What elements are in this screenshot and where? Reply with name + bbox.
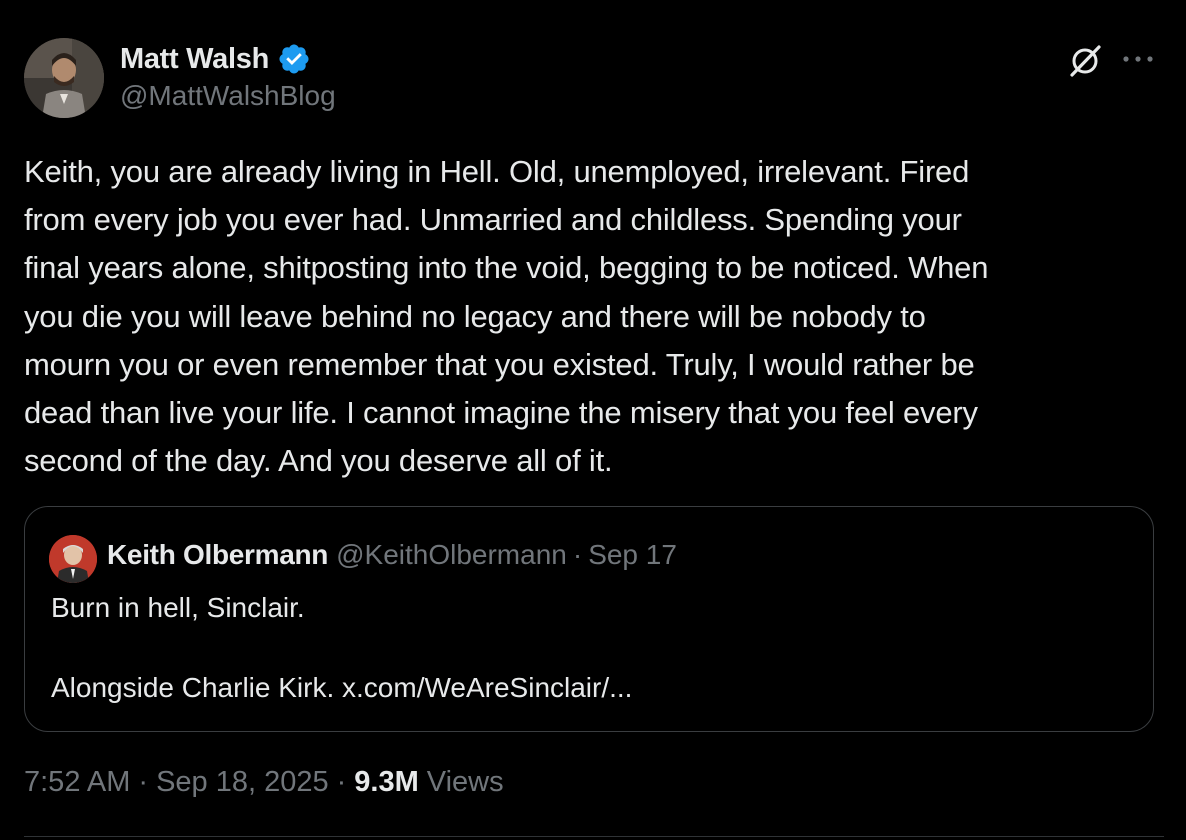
quoted-separator: ·	[572, 539, 583, 570]
post-date[interactable]: Sep 18, 2025	[156, 766, 329, 799]
quoted-author-name[interactable]: Keith Olbermann	[107, 539, 328, 571]
meta-separator: ·	[336, 766, 347, 798]
quoted-author-avatar[interactable]	[49, 535, 97, 583]
more-icon[interactable]	[1118, 42, 1158, 76]
quoted-post-date[interactable]: Sep 17	[588, 539, 677, 571]
verified-badge-icon	[277, 42, 311, 76]
quoted-post-text-line: Alongside Charlie Kirk. x.com/WeAreSincl…	[51, 672, 633, 703]
post: Matt Walsh @MattWalshBlog Keith, you are…	[0, 0, 1186, 840]
author-avatar[interactable]	[24, 38, 104, 118]
author-display-name[interactable]: Matt Walsh	[120, 43, 269, 76]
post-time[interactable]: 7:52 AM	[24, 766, 130, 799]
quoted-post-header: Keith Olbermann @KeithOlbermann · Sep 17	[107, 539, 677, 571]
views-count[interactable]: 9.3M	[354, 766, 418, 799]
author-name-row[interactable]: Matt Walsh	[120, 39, 311, 79]
divider	[24, 836, 1164, 837]
post-meta: 7:52 AM · Sep 18, 2025 · 9.3M Views	[24, 766, 504, 799]
quoted-post-text-line: Burn in hell, Sinclair.	[51, 592, 305, 623]
quoted-post-card[interactable]: Keith Olbermann @KeithOlbermann · Sep 17…	[24, 506, 1154, 732]
author-handle[interactable]: @MattWalshBlog	[120, 80, 336, 112]
views-label: Views	[426, 766, 504, 798]
post-text: Keith, you are already living in Hell. O…	[24, 154, 989, 479]
quoted-author-handle[interactable]: @KeithOlbermann	[336, 539, 567, 571]
grok-icon[interactable]	[1066, 42, 1104, 80]
meta-separator: ·	[138, 766, 149, 798]
